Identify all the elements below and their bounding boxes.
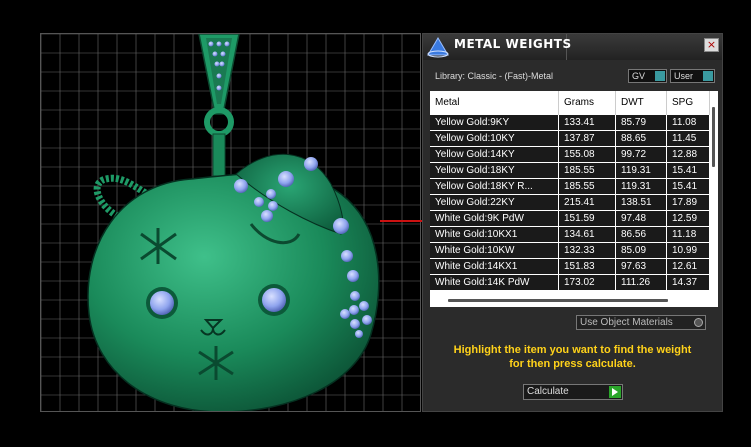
table-cell: Yellow Gold:10KY — [430, 131, 559, 146]
app-logo-icon — [427, 37, 449, 58]
column-header-metal[interactable]: Metal — [430, 91, 559, 115]
horizontal-scrollbar[interactable] — [430, 294, 718, 307]
play-arrow-icon — [609, 386, 621, 398]
table-cell: 132.33 — [559, 243, 616, 258]
table-cell: 10.99 — [667, 243, 710, 258]
pendant-bail — [198, 34, 240, 177]
table-cell: 11.18 — [667, 227, 710, 242]
table-cell: White Gold:14K PdW — [430, 275, 559, 290]
table-cell: 15.41 — [667, 179, 710, 194]
table-cell: 97.63 — [616, 259, 667, 274]
table-cell: 12.88 — [667, 147, 710, 162]
gv-toggle-label: GV — [632, 71, 646, 81]
table-cell: 133.41 — [559, 115, 616, 130]
table-cell: 138.51 — [616, 195, 667, 210]
table-row[interactable]: Yellow Gold:22KY 215.41 138.51 17.89 — [430, 195, 710, 211]
instruction-text: Highlight the item you want to find the … — [423, 343, 722, 371]
table-row[interactable]: Yellow Gold:18KY R... 185.55 119.31 15.41 — [430, 179, 710, 195]
column-header-dwt[interactable]: DWT — [616, 91, 667, 115]
radio-knob-icon — [694, 318, 703, 327]
axis-line — [380, 220, 422, 222]
table-cell: Yellow Gold:18KY R... — [430, 179, 559, 194]
table-cell: Yellow Gold:22KY — [430, 195, 559, 210]
table-row[interactable]: Yellow Gold:14KY 155.08 99.72 12.88 — [430, 147, 710, 163]
table-cell: Yellow Gold:9KY — [430, 115, 559, 130]
table-cell: 15.41 — [667, 163, 710, 178]
use-object-materials-label: Use Object Materials — [580, 317, 673, 328]
metal-table: Metal Grams DWT SPG Yellow Gold:9KY 133.4… — [430, 91, 718, 307]
table-cell: 173.02 — [559, 275, 616, 290]
table-cell: 11.45 — [667, 131, 710, 146]
calculate-label: Calculate — [527, 386, 569, 397]
table-row[interactable]: Yellow Gold:10KY 137.87 88.65 11.45 — [430, 131, 710, 147]
table-cell: 215.41 — [559, 195, 616, 210]
table-row[interactable]: White Gold:10KW 132.33 85.09 10.99 — [430, 243, 710, 259]
user-toggle[interactable]: User — [670, 69, 715, 83]
table-cell: 14.37 — [667, 275, 710, 290]
table-row[interactable]: White Gold:14KX1 151.83 97.63 12.61 — [430, 259, 710, 275]
table-cell: Yellow Gold:14KY — [430, 147, 559, 162]
panel-header[interactable]: METAL WEIGHTS × — [423, 34, 722, 60]
3d-viewport[interactable] — [40, 33, 421, 412]
panel-title: METAL WEIGHTS — [454, 37, 572, 51]
app-root: METAL WEIGHTS × Library: Classic - (Fast… — [0, 0, 751, 447]
table-cell: Yellow Gold:18KY — [430, 163, 559, 178]
metal-weights-panel: METAL WEIGHTS × Library: Classic - (Fast… — [422, 33, 723, 412]
table-cell: 86.56 — [616, 227, 667, 242]
table-row[interactable]: White Gold:14K PdW 173.02 111.26 14.37 — [430, 275, 710, 291]
library-label: Library: Classic - (Fast)-Metal — [435, 71, 554, 81]
table-row[interactable]: White Gold:9K PdW 151.59 97.48 12.59 — [430, 211, 710, 227]
table-cell: 151.59 — [559, 211, 616, 226]
instruction-line-1: Highlight the item you want to find the … — [453, 344, 692, 356]
table-cell: 119.31 — [616, 163, 667, 178]
table-cell: 85.79 — [616, 115, 667, 130]
user-toggle-indicator — [703, 71, 713, 81]
table-cell: 119.31 — [616, 179, 667, 194]
table-cell: 12.61 — [667, 259, 710, 274]
close-button[interactable]: × — [704, 38, 719, 52]
user-toggle-label: User — [674, 71, 694, 81]
gv-toggle[interactable]: GV — [628, 69, 667, 83]
table-cell: 137.87 — [559, 131, 616, 146]
table-cell: 185.55 — [559, 179, 616, 194]
table-body: Yellow Gold:9KY 133.41 85.79 11.08 Yellow Go… — [430, 115, 710, 291]
column-header-grams[interactable]: Grams — [559, 91, 616, 115]
table-cell: 185.55 — [559, 163, 616, 178]
table-cell: 11.08 — [667, 115, 710, 130]
table-cell: 88.65 — [616, 131, 667, 146]
table-cell: 111.26 — [616, 275, 667, 290]
table-cell: 155.08 — [559, 147, 616, 162]
table-cell: 97.48 — [616, 211, 667, 226]
column-header-spg[interactable]: SPG — [667, 91, 710, 115]
table-header: Metal Grams DWT SPG — [430, 91, 710, 115]
table-cell: White Gold:14KX1 — [430, 259, 559, 274]
table-cell: White Gold:10KX1 — [430, 227, 559, 242]
table-cell: 151.83 — [559, 259, 616, 274]
vertical-scrollbar[interactable] — [710, 91, 718, 294]
instruction-line-2: for then press calculate. — [509, 358, 636, 370]
vertical-scroll-thumb[interactable] — [712, 107, 715, 167]
calculate-button[interactable]: Calculate — [523, 384, 623, 400]
table-row[interactable]: Yellow Gold:18KY 185.55 119.31 15.41 — [430, 163, 710, 179]
viewport-canvas[interactable] — [41, 34, 421, 412]
table-cell: 85.09 — [616, 243, 667, 258]
table-cell: 134.61 — [559, 227, 616, 242]
table-cell: White Gold:10KW — [430, 243, 559, 258]
table-cell: 17.89 — [667, 195, 710, 210]
table-cell: 12.59 — [667, 211, 710, 226]
use-object-materials-toggle[interactable]: Use Object Materials — [576, 315, 706, 330]
table-cell: 99.72 — [616, 147, 667, 162]
table-cell: White Gold:9K PdW — [430, 211, 559, 226]
gv-toggle-indicator — [655, 71, 665, 81]
table-row[interactable]: White Gold:10KX1 134.61 86.56 11.18 — [430, 227, 710, 243]
table-row[interactable]: Yellow Gold:9KY 133.41 85.79 11.08 — [430, 115, 710, 131]
horizontal-scroll-thumb[interactable] — [448, 299, 668, 302]
